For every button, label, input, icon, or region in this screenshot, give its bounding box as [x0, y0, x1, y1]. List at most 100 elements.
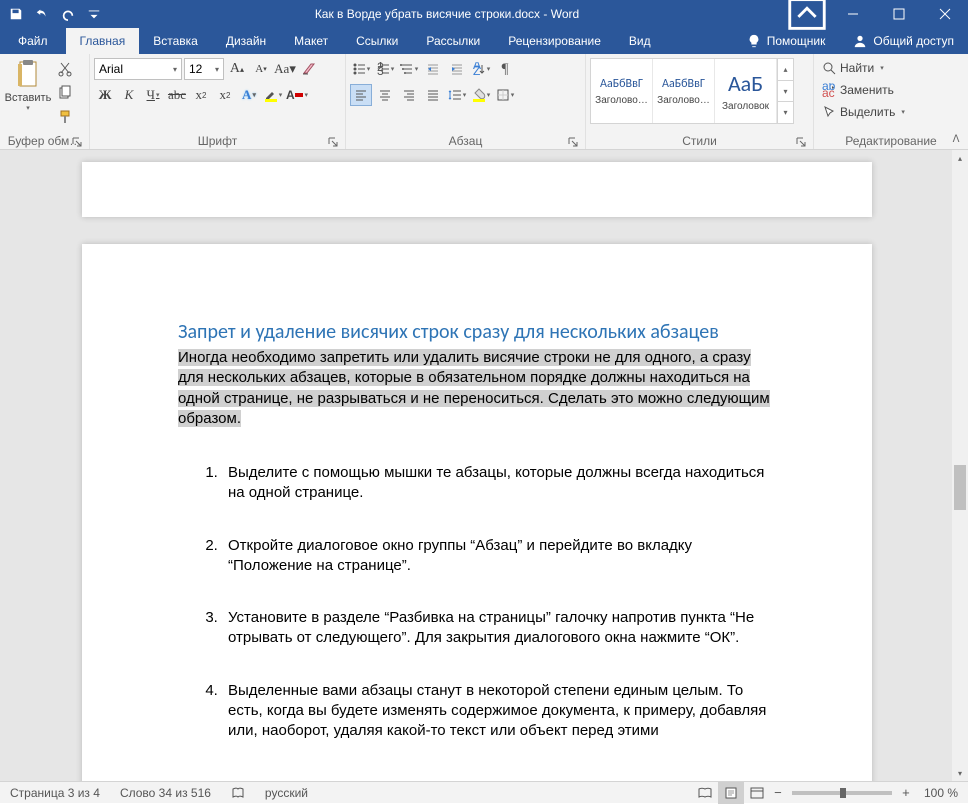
tab-file[interactable]: Файл — [0, 28, 66, 54]
zoom-level[interactable]: 100 % — [914, 782, 968, 803]
text-effects-button[interactable]: A — [238, 84, 260, 106]
sort-button[interactable]: AZ — [470, 58, 492, 80]
scroll-up-button[interactable]: ▴ — [952, 150, 968, 166]
share-button[interactable]: Общий доступ — [839, 28, 968, 54]
svg-text:Z: Z — [473, 64, 480, 76]
ribbon-display-options-button[interactable] — [784, 0, 830, 28]
web-layout-button[interactable] — [744, 782, 770, 804]
increase-indent-button[interactable] — [446, 58, 468, 80]
document-heading[interactable]: Запрет и удаление висячих строк сразу дл… — [178, 320, 776, 344]
gallery-down-button[interactable]: ▾ — [778, 81, 793, 103]
highlight-button[interactable] — [262, 84, 284, 106]
close-button[interactable] — [922, 0, 968, 28]
align-right-button[interactable] — [398, 84, 420, 106]
tab-insert[interactable]: Вставка — [139, 28, 212, 54]
word-count[interactable]: Слово 34 из 516 — [110, 782, 221, 803]
tell-me-button[interactable]: Помощник — [733, 28, 840, 54]
maximize-button[interactable] — [876, 0, 922, 28]
decrease-font-button[interactable]: A▾ — [250, 58, 272, 80]
italic-button[interactable]: К — [118, 84, 140, 106]
gallery-more-button[interactable]: ▾ — [778, 102, 793, 123]
qat-customize-button[interactable] — [82, 2, 106, 26]
document-ordered-list[interactable]: Выделите с помощью мышки те абзацы, кото… — [178, 463, 776, 741]
gallery-up-button[interactable]: ▴ — [778, 59, 793, 81]
align-left-button[interactable] — [350, 84, 372, 106]
select-button[interactable]: Выделить▾ — [818, 102, 909, 122]
replace-button[interactable]: abac Заменить — [818, 80, 909, 100]
style-preview: АаБбВвГ — [600, 77, 643, 91]
tab-references[interactable]: Ссылки — [342, 28, 412, 54]
strikethrough-button[interactable]: abc — [166, 84, 188, 106]
paste-button[interactable]: Вставить ▾ — [4, 56, 52, 112]
format-painter-button[interactable] — [54, 106, 76, 128]
decrease-indent-button[interactable] — [422, 58, 444, 80]
collapse-ribbon-button[interactable]: ᐱ — [948, 131, 964, 147]
title-bar: Как в Ворде убрать висячие строки.docx -… — [0, 0, 968, 28]
find-button[interactable]: Найти▾ — [818, 58, 909, 78]
cut-button[interactable] — [54, 58, 76, 80]
font-size-combo[interactable]: 12▾ — [184, 58, 224, 80]
bold-button[interactable]: Ж — [94, 84, 116, 106]
document-selected-paragraph[interactable]: Иногда необходимо запретить или удалить … — [178, 349, 770, 427]
tab-design[interactable]: Дизайн — [212, 28, 280, 54]
book-icon — [231, 786, 245, 800]
tab-home[interactable]: Главная — [66, 28, 140, 54]
paragraph-launcher[interactable] — [567, 136, 579, 148]
style-item-1[interactable]: АаБбВвГ Заголово… — [653, 59, 715, 123]
print-layout-button[interactable] — [718, 782, 744, 804]
cursor-icon — [822, 105, 836, 119]
line-spacing-button[interactable] — [446, 84, 468, 106]
copy-button[interactable] — [54, 82, 76, 104]
subscript-button[interactable]: x2 — [190, 84, 212, 106]
superscript-button[interactable]: x2 — [214, 84, 236, 106]
borders-button[interactable] — [494, 84, 516, 106]
styles-launcher[interactable] — [795, 136, 807, 148]
numbering-button[interactable]: 123 — [374, 58, 396, 80]
font-color-button[interactable]: A — [286, 84, 308, 106]
scroll-thumb[interactable] — [954, 465, 966, 510]
style-item-0[interactable]: АаБбВвГ Заголово… — [591, 59, 653, 123]
increase-font-button[interactable]: A▴ — [226, 58, 248, 80]
tab-mailings[interactable]: Рассылки — [412, 28, 494, 54]
page-1-tail[interactable] — [82, 162, 872, 217]
justify-button[interactable] — [422, 84, 444, 106]
tab-view[interactable]: Вид — [615, 28, 665, 54]
minimize-button[interactable] — [830, 0, 876, 28]
clear-formatting-button[interactable] — [298, 58, 320, 80]
spellcheck-button[interactable] — [221, 782, 255, 803]
vertical-scrollbar[interactable]: ▴ ▾ — [952, 150, 968, 781]
show-marks-button[interactable]: ¶ — [494, 58, 516, 80]
multilevel-list-button[interactable] — [398, 58, 420, 80]
scroll-down-button[interactable]: ▾ — [952, 765, 968, 781]
tab-review[interactable]: Рецензирование — [494, 28, 615, 54]
list-item[interactable]: Установите в разделе “Разбивка на страни… — [222, 608, 776, 649]
undo-button[interactable] — [30, 2, 54, 26]
paragraph-group-label: Абзац — [449, 134, 483, 148]
shading-button[interactable] — [470, 84, 492, 106]
clipboard-launcher[interactable] — [71, 136, 83, 148]
list-item[interactable]: Выделите с помощью мышки те абзацы, кото… — [222, 463, 776, 504]
style-label: Заголово… — [595, 95, 648, 106]
redo-button[interactable] — [56, 2, 80, 26]
read-mode-button[interactable] — [692, 782, 718, 804]
underline-button[interactable]: Ч — [142, 84, 164, 106]
page-indicator[interactable]: Страница 3 из 4 — [0, 782, 110, 803]
zoom-knob[interactable] — [840, 788, 846, 798]
editing-group-label: Редактирование — [845, 134, 936, 148]
align-center-button[interactable] — [374, 84, 396, 106]
save-button[interactable] — [4, 2, 28, 26]
font-name-combo[interactable]: Arial▾ — [94, 58, 182, 80]
list-item[interactable]: Выделенные вами абзацы станут в некоторо… — [222, 681, 776, 742]
zoom-in-button[interactable]: + — [898, 785, 914, 800]
tab-layout[interactable]: Макет — [280, 28, 342, 54]
language-indicator[interactable]: русский — [255, 782, 318, 803]
style-item-2[interactable]: АаБ Заголовок — [715, 59, 777, 123]
page-2[interactable]: Запрет и удаление висячих строк сразу дл… — [82, 244, 872, 781]
group-styles: АаБбВвГ Заголово… АаБбВвГ Заголово… АаБ … — [586, 54, 814, 149]
zoom-slider[interactable] — [792, 791, 892, 795]
font-launcher[interactable] — [327, 136, 339, 148]
list-item[interactable]: Откройте диалоговое окно группы “Абзац” … — [222, 536, 776, 577]
zoom-out-button[interactable]: − — [770, 785, 786, 800]
change-case-button[interactable]: Aa▾ — [274, 58, 296, 80]
bullets-button[interactable] — [350, 58, 372, 80]
